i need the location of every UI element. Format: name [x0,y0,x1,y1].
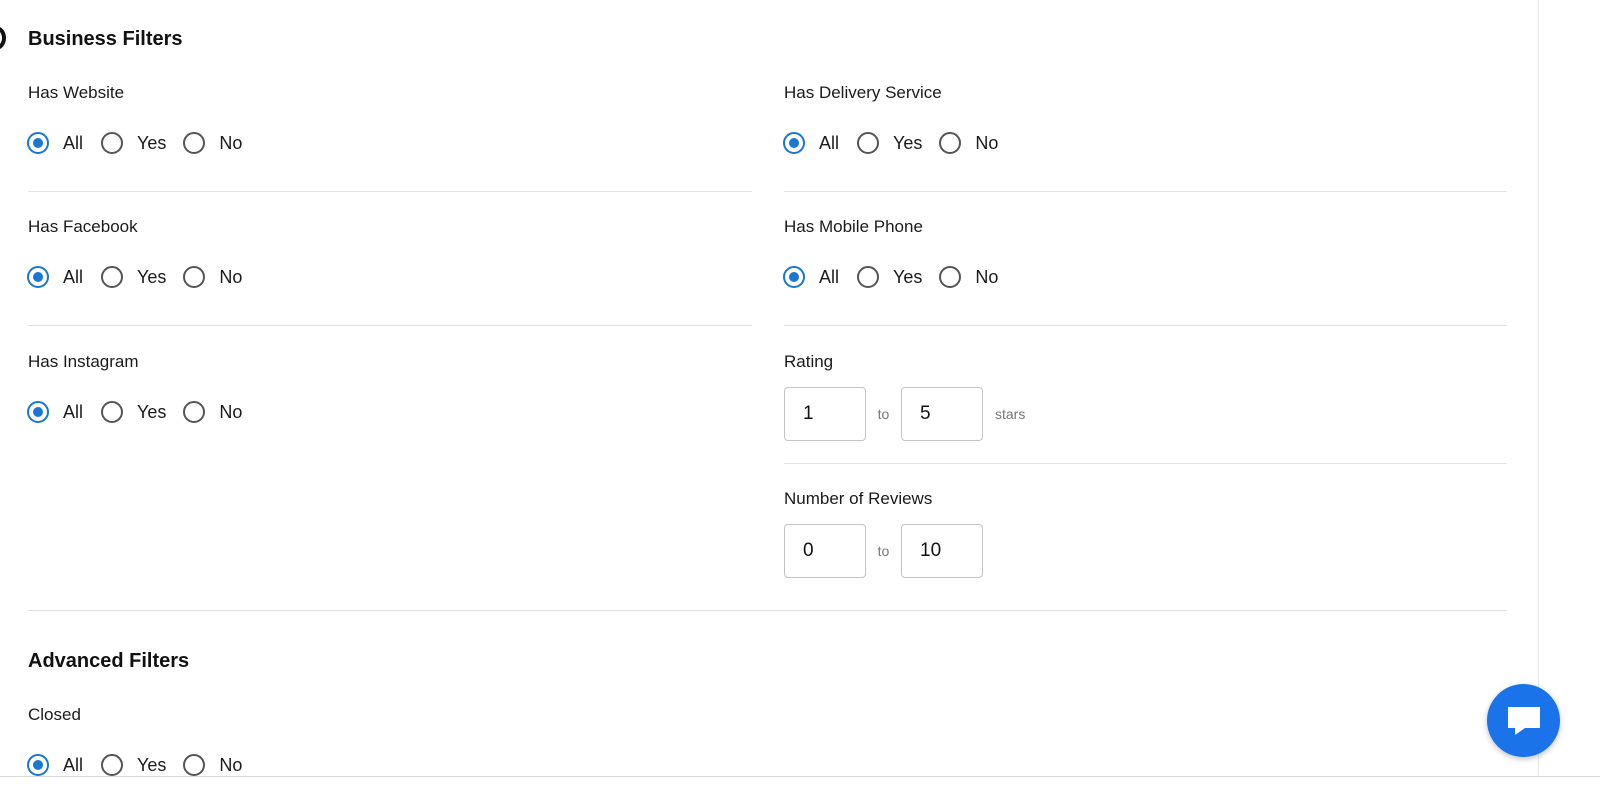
radio-button[interactable] [183,754,206,776]
closed-no-option[interactable]: No [183,754,242,776]
section-divider [28,610,1507,611]
radio-label: No [219,754,243,775]
chat-button[interactable] [1487,684,1560,757]
has-mobile-phone-label: Has Mobile Phone [784,217,923,236]
radio-button[interactable] [101,266,124,288]
has-facebook-all-option[interactable]: All [27,266,83,288]
has-instagram-label: Has Instagram [28,352,139,371]
radio-button[interactable] [101,132,124,154]
radio-label: Yes [137,266,167,287]
has-website-all-option[interactable]: All [27,132,83,154]
range-separator: to [877,543,890,559]
closed-radio-group: All Yes No [27,753,242,777]
scroll-area-edge [1538,0,1539,776]
viewport-bottom-edge [0,776,1600,777]
radio-label: All [63,266,84,287]
divider [28,325,752,326]
has-instagram-all-option[interactable]: All [27,401,83,423]
rating-range: to stars [784,387,1025,441]
radio-label: All [819,132,840,153]
radio-label: Yes [893,266,923,287]
rating-max-input[interactable] [901,387,983,441]
reviews-min-input[interactable] [784,524,866,578]
radio-label: No [219,266,243,287]
radio-label: Yes [893,132,923,153]
radio-button[interactable] [101,754,124,776]
number-of-reviews-label: Number of Reviews [784,489,933,508]
radio-label: No [975,132,999,153]
rating-unit-label: stars [995,406,1026,422]
divider [28,191,752,192]
has-website-yes-option[interactable]: Yes [101,132,166,154]
has-instagram-yes-option[interactable]: Yes [101,401,166,423]
reviews-max-input[interactable] [901,524,983,578]
has-instagram-no-option[interactable]: No [183,401,242,423]
radio-label: Yes [137,754,167,775]
has-mobile-phone-yes-option[interactable]: Yes [857,266,922,288]
radio-button[interactable] [183,401,206,423]
radio-label: All [63,401,84,422]
collapse-toggle-icon[interactable] [0,26,6,50]
has-facebook-radio-group: All Yes No [27,265,242,289]
radio-button[interactable] [27,266,49,288]
radio-label: No [219,401,243,422]
has-mobile-phone-all-option[interactable]: All [783,266,839,288]
radio-label: Yes [137,401,167,422]
has-instagram-radio-group: All Yes No [27,400,242,424]
radio-button[interactable] [183,132,206,154]
filters-page: Business Filters Has Website All Yes No … [0,0,1600,793]
radio-button[interactable] [783,266,805,288]
advanced-filters-title: Advanced Filters [28,650,190,672]
radio-button[interactable] [857,132,880,154]
has-mobile-phone-no-option[interactable]: No [939,266,998,288]
radio-button[interactable] [101,401,124,423]
radio-button[interactable] [27,754,49,776]
range-separator: to [877,406,890,422]
has-facebook-yes-option[interactable]: Yes [101,266,166,288]
has-delivery-service-all-option[interactable]: All [783,132,839,154]
has-delivery-service-radio-group: All Yes No [783,131,998,155]
closed-all-option[interactable]: All [27,754,83,776]
radio-button[interactable] [857,266,880,288]
reviews-range: to [784,524,983,578]
divider [784,191,1507,192]
radio-button[interactable] [183,266,206,288]
radio-button[interactable] [939,266,962,288]
has-website-no-option[interactable]: No [183,132,242,154]
radio-label: No [219,132,243,153]
radio-button[interactable] [27,132,49,154]
closed-label: Closed [28,705,81,724]
has-facebook-no-option[interactable]: No [183,266,242,288]
radio-label: Yes [137,132,167,153]
chat-bubble-icon [1507,706,1540,735]
radio-label: All [819,266,840,287]
radio-button[interactable] [783,132,805,154]
divider [784,325,1507,326]
has-delivery-service-no-option[interactable]: No [939,132,998,154]
rating-min-input[interactable] [784,387,866,441]
radio-label: All [63,754,84,775]
radio-label: All [63,132,84,153]
has-delivery-service-yes-option[interactable]: Yes [857,132,922,154]
business-filters-title: Business Filters [28,28,183,50]
has-delivery-service-label: Has Delivery Service [784,83,942,102]
rating-label: Rating [784,352,834,371]
has-website-radio-group: All Yes No [27,131,242,155]
radio-button[interactable] [939,132,962,154]
has-website-label: Has Website [28,83,125,102]
has-mobile-phone-radio-group: All Yes No [783,265,998,289]
closed-yes-option[interactable]: Yes [101,754,166,776]
radio-button[interactable] [27,401,49,423]
radio-label: No [975,266,999,287]
divider [784,463,1507,464]
has-facebook-label: Has Facebook [28,217,138,236]
